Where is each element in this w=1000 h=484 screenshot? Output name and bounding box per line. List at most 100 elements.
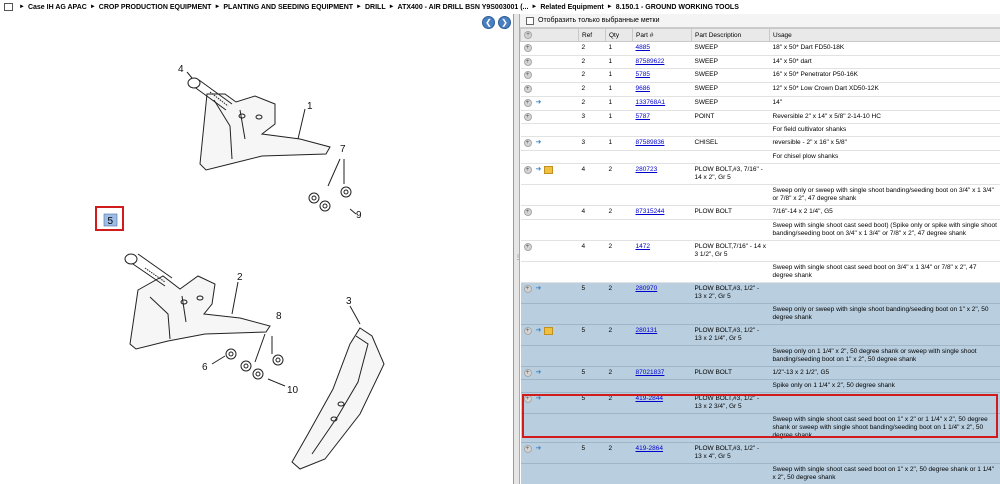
cross-reference-icon[interactable]: ➜ — [536, 395, 542, 403]
cross-reference-icon[interactable]: ➜ — [536, 139, 542, 147]
table-row[interactable]: +2 1 87589622 SWEEP 14" x 50* dart — [520, 55, 1000, 70]
part-number-link[interactable]: 87589836 — [636, 139, 665, 146]
callout-4: 4 — [178, 64, 184, 75]
add-to-list-icon[interactable]: + — [523, 166, 532, 175]
part-number-link[interactable]: 87021837 — [636, 369, 665, 376]
breadcrumb-item[interactable]: Related Equipment — [540, 4, 603, 11]
add-to-list-icon[interactable]: + — [523, 395, 532, 404]
column-header-qty[interactable]: Qty — [605, 28, 633, 42]
cell-usage: Sweep only on 1 1/4" x 2", 50 degree sha… — [769, 345, 1000, 367]
home-icon[interactable] — [4, 3, 13, 11]
cell-part-number — [632, 261, 692, 283]
row-icons — [520, 379, 579, 394]
table-row[interactable]: +3 1 5787 POINT Reversible 2" x 14" x 5/8" 2… — [520, 110, 1000, 125]
table-row-usage-detail[interactable]: Sweep with single shoot cast seed boot o… — [520, 413, 1000, 444]
cell-ref — [578, 303, 606, 325]
table-row[interactable]: +2 1 9686 SWEEP 12" x 50* Low Crown Dart XD5… — [520, 82, 1000, 97]
table-row[interactable]: + ➜ 5 2 419-2864 PLOW BOLT,#3, 1/2" - 13 x 4"… — [520, 442, 1000, 465]
part-number-link[interactable]: 419-2864 — [636, 445, 663, 452]
table-row[interactable]: + ➜ 4 2 280723 PLOW BOLT,#3, 7/16" - 14 x 2",… — [520, 163, 1000, 186]
column-header-expand[interactable]: + — [520, 28, 579, 42]
note-icon[interactable] — [544, 166, 554, 175]
breadcrumb-item[interactable]: CROP PRODUCTION EQUIPMENT — [99, 4, 212, 11]
column-header-ref[interactable]: Ref — [578, 28, 606, 42]
cell-description: SWEEP — [691, 55, 770, 70]
table-row-usage-detail[interactable]: Sweep only or sweep with single shoot ba… — [520, 184, 1000, 207]
add-to-list-icon[interactable]: + — [523, 208, 532, 217]
cell-qty: 2 — [605, 205, 633, 220]
add-to-list-icon[interactable]: + — [523, 98, 532, 107]
part-number-link[interactable]: 280970 — [636, 285, 658, 292]
add-to-list-icon[interactable]: + — [523, 85, 532, 94]
add-to-list-icon[interactable]: + — [523, 326, 532, 335]
cell-part-number — [632, 150, 692, 165]
part-number-link[interactable]: 280723 — [636, 166, 658, 173]
table-row[interactable]: +2 1 5785 SWEEP 16" x 50* Penetrator P50-16K — [520, 68, 1000, 84]
breadcrumb-item[interactable]: DRILL — [365, 4, 386, 11]
part-number-link[interactable]: 280131 — [636, 327, 658, 334]
add-to-list-icon[interactable]: + — [523, 284, 532, 293]
part-number-link[interactable]: 133768A1 — [636, 99, 666, 106]
part-number-link[interactable]: 87589622 — [636, 58, 665, 65]
add-to-list-icon[interactable]: + — [523, 368, 532, 377]
part-number-link[interactable]: 1472 — [636, 243, 650, 250]
cell-usage — [769, 324, 1000, 346]
table-row-usage-detail[interactable]: For chisel plow shanks — [520, 150, 1000, 165]
part-number-link[interactable]: 5787 — [636, 113, 650, 120]
breadcrumb-item[interactable]: ATX400 - AIR DRILL BSN Y9S003001 (... — [398, 4, 529, 11]
table-row[interactable]: +4 2 1472 PLOW BOLT,7/16" - 14 x 3 1/2", Gr… — [520, 240, 1000, 262]
add-to-list-icon[interactable]: + — [523, 139, 532, 148]
table-row[interactable]: +4 2 87315244 PLOW BOLT 7/16"-14 x 2 1/4", G… — [520, 205, 1000, 220]
breadcrumb-item[interactable]: 8.150.1 - GROUND WORKING TOOLS — [616, 4, 739, 11]
table-row-usage-detail[interactable]: Spike only on 1 1/4" x 2", 50 degree sha… — [520, 379, 1000, 394]
table-row-usage-detail[interactable]: Sweep with single shoot cast seed boot o… — [520, 463, 1000, 484]
cell-part-number: 280131 — [632, 324, 692, 346]
part-number-link[interactable]: 87315244 — [636, 208, 665, 215]
table-row[interactable]: +2 1 4885 SWEEP 18" x 50* Dart FD50-18K — [520, 41, 1000, 56]
note-icon[interactable] — [544, 326, 554, 335]
add-to-list-icon[interactable]: + — [523, 242, 532, 251]
column-header-part[interactable]: Part # — [632, 28, 692, 42]
table-row-usage-detail[interactable]: Sweep only or sweep with single shoot ba… — [520, 303, 1000, 325]
table-row-usage-detail[interactable]: Sweep only on 1 1/4" x 2", 50 degree sha… — [520, 345, 1000, 367]
part-number-link[interactable]: 9686 — [636, 85, 650, 92]
add-to-list-icon[interactable]: + — [523, 44, 532, 52]
parts-table: + Ref Qty Part # Part Description Usage … — [520, 28, 1000, 484]
cell-ref: 2 — [578, 68, 606, 84]
table-row[interactable]: + ➜ 5 2 280970 PLOW BOLT,#3, 1/2" - 13 x 2", … — [520, 282, 1000, 304]
cell-qty: 2 — [605, 163, 633, 186]
part-number-link[interactable]: 419-2844 — [636, 395, 663, 402]
table-row[interactable]: + ➜ 3 1 87589836 CHISEL reversible - 2" x 16" … — [520, 136, 1000, 152]
table-row[interactable]: + ➜ 2 1 133768A1 SWEEP 14" — [520, 96, 1000, 111]
add-to-list-icon[interactable]: + — [523, 57, 532, 66]
cell-usage: reversible - 2" x 16" x 5/8" — [769, 136, 1000, 152]
column-header-description[interactable]: Part Description — [691, 28, 770, 42]
table-row-usage-detail[interactable]: Sweep with single shoot cast seed boot) … — [520, 219, 1000, 241]
add-to-list-icon[interactable]: + — [523, 445, 532, 454]
part-number-link[interactable]: 4885 — [636, 44, 650, 51]
add-to-list-icon[interactable]: + — [523, 71, 532, 80]
cross-reference-icon[interactable]: ➜ — [536, 285, 542, 293]
cross-reference-icon[interactable]: ➜ — [536, 369, 542, 377]
table-row-usage-detail[interactable]: For field cultivator shanks — [520, 123, 1000, 138]
expand-all-icon[interactable]: + — [524, 31, 532, 39]
table-row-usage-detail[interactable]: Sweep with single shoot cast seed boot o… — [520, 261, 1000, 283]
part-number-link[interactable]: 5785 — [636, 71, 650, 78]
cell-description — [691, 345, 770, 367]
cross-reference-icon[interactable]: ➜ — [536, 99, 542, 107]
breadcrumb-item[interactable]: PLANTING AND SEEDING EQUIPMENT — [223, 4, 353, 11]
cell-part-number — [632, 463, 692, 484]
table-row[interactable]: + ➜ 5 2 280131 PLOW BOLT,#3, 1/2" - 13 x 2 1/… — [520, 324, 1000, 346]
breadcrumb-item[interactable]: Case IH AG APAC — [28, 4, 87, 11]
cross-reference-icon[interactable]: ➜ — [536, 327, 542, 335]
table-row[interactable]: + ➜ 5 2 419-2844 PLOW BOLT,#3, 1/2" - 13 x 2 … — [520, 392, 1000, 415]
table-row[interactable]: + ➜ 5 2 87021837 PLOW BOLT 1/2"-13 x 2 1/2", G… — [520, 366, 1000, 381]
column-header-usage[interactable]: Usage — [769, 28, 1000, 42]
cross-reference-icon[interactable]: ➜ — [536, 445, 542, 453]
cross-reference-icon[interactable]: ➜ — [536, 166, 542, 174]
parts-list-pane: Отобразить только выбранные метки + Ref … — [520, 14, 1000, 484]
show-selected-checkbox[interactable] — [526, 16, 534, 25]
add-to-list-icon[interactable]: + — [523, 112, 532, 121]
row-icons: + ➜ — [520, 324, 579, 346]
cell-qty: 2 — [605, 324, 633, 346]
